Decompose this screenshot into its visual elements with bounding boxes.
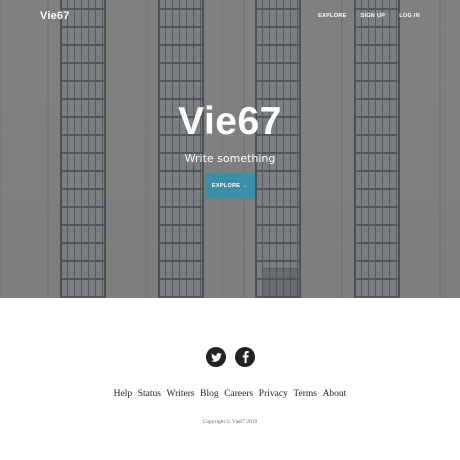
hero-title: Vie67 — [178, 100, 282, 143]
footer-link-about[interactable]: About — [323, 389, 347, 399]
nav-signup-link[interactable]: SIGN UP — [361, 13, 386, 19]
footer-links: Help Status Writers Blog Careers Privacy… — [0, 389, 460, 399]
footer-link-blog[interactable]: Blog — [200, 389, 218, 399]
arrow-right-icon: → — [242, 183, 249, 189]
footer-link-writers[interactable]: Writers — [167, 389, 195, 399]
explore-button-label: EXPLORE — [211, 183, 241, 189]
copyright-text: Copyright © Vie67 2019 — [202, 419, 258, 425]
top-nav: EXPLORE SIGN UP LOG IN — [318, 13, 420, 19]
building-window-column — [354, 0, 400, 298]
nav-login-link[interactable]: LOG IN — [399, 13, 420, 19]
footer-link-privacy[interactable]: Privacy — [259, 389, 288, 399]
facebook-button[interactable] — [235, 347, 255, 367]
footer-link-terms[interactable]: Terms — [293, 389, 317, 399]
facebook-icon — [242, 351, 249, 363]
social-links — [206, 347, 255, 367]
footer-link-status[interactable]: Status — [138, 389, 161, 399]
twitter-icon — [210, 352, 222, 362]
footer-link-careers[interactable]: Careers — [224, 389, 253, 399]
building-window-column — [255, 0, 301, 298]
hero-section: Vie67 EXPLORE SIGN UP LOG IN Vie67 Write… — [0, 0, 460, 298]
twitter-button[interactable] — [206, 347, 226, 367]
building-window-column — [60, 0, 106, 298]
building-door — [262, 268, 300, 298]
footer-link-help[interactable]: Help — [114, 389, 132, 399]
brand-logo[interactable]: Vie67 — [40, 10, 70, 22]
hero-subtitle: Write something — [184, 152, 276, 165]
building-window-column — [158, 0, 204, 298]
explore-button[interactable]: EXPLORE → — [205, 173, 255, 199]
nav-explore-link[interactable]: EXPLORE — [318, 13, 346, 19]
